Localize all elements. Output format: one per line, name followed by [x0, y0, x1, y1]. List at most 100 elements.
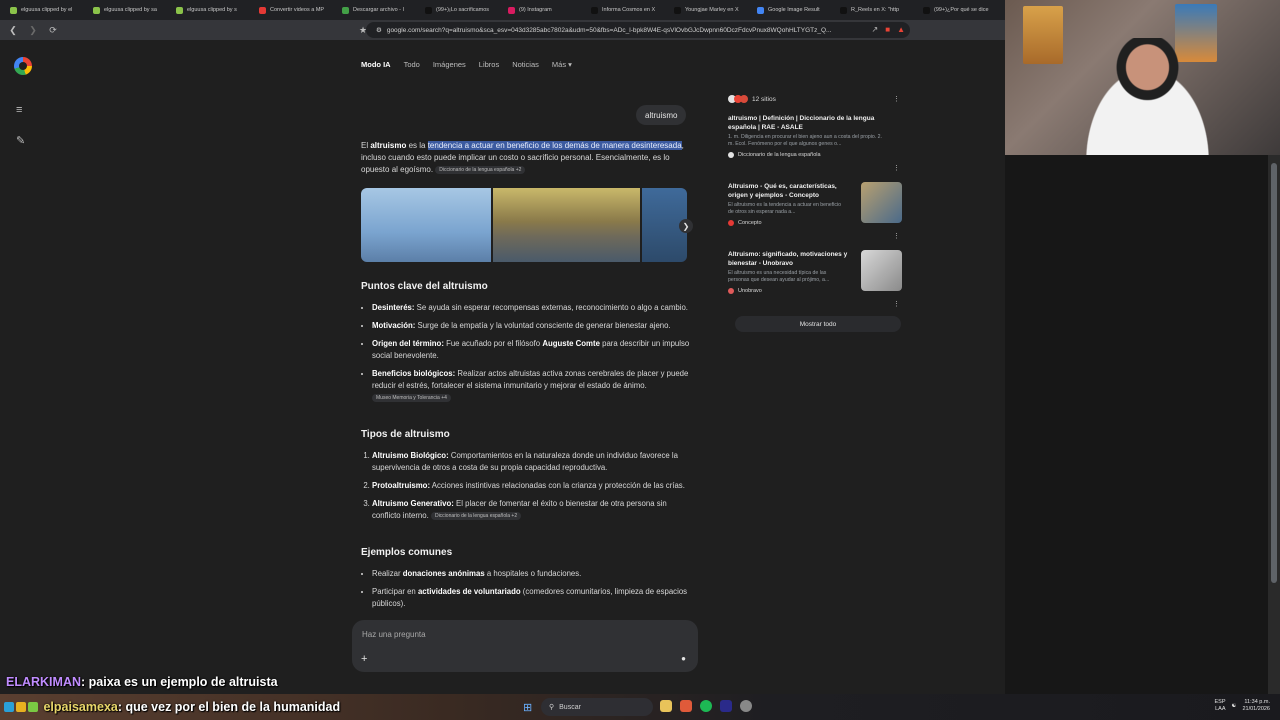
mode-tab[interactable]: Más ▾ [552, 60, 572, 69]
section-title: Tipos de altruismo [361, 429, 450, 440]
browser-tab[interactable]: elguusa clipped by el [4, 1, 87, 19]
browser-tab[interactable]: Informa Cosmos en X [585, 1, 668, 19]
more-icon[interactable]: ⋮ [893, 300, 900, 308]
source-site: Diccionario de la lengua española [728, 152, 910, 158]
windows-start-icon[interactable]: ⊞ [523, 701, 532, 714]
show-all-button[interactable]: Mostrar todo [735, 316, 901, 332]
more-icon[interactable]: ⋮ [893, 164, 900, 172]
list-item: Beneficios biológicos: Realizar actos al… [372, 368, 691, 404]
mic-icon[interactable]: ● [681, 654, 686, 663]
source-snippet: 1. m. Diligencia en procurar el bien aje… [728, 134, 882, 147]
browser-tab[interactable]: R_Reels en X: "http [834, 1, 917, 19]
chevron-down-icon: ▾ [566, 60, 572, 69]
tab-favicon-icon [10, 6, 17, 14]
google-logo[interactable] [14, 57, 32, 75]
browser-tab[interactable]: (99+)¡Lo sacrificamos [419, 1, 502, 19]
browser-tab[interactable]: Descargar archivo - I [336, 1, 419, 19]
forward-icon[interactable]: ❯ [26, 23, 40, 37]
history-icon[interactable]: ≡ [16, 104, 22, 116]
clock[interactable]: 11:34 p.m. 21/01/2026 [1242, 699, 1270, 713]
ai-answer-intro: El altruismo es la tendencia a actuar en… [361, 140, 691, 176]
sources-header[interactable]: 12 sitios ⋮ [728, 92, 910, 106]
site-name: Concepto [738, 220, 762, 226]
image-carousel [361, 188, 687, 262]
item-text: Realizar [372, 569, 403, 578]
browser-tab[interactable]: (99+)¿Por qué se dice [917, 1, 1000, 19]
carousel-next-icon[interactable]: ❯ [679, 219, 693, 233]
paper-chain-image[interactable] [361, 188, 492, 262]
search-icon: ⚲ [549, 704, 555, 711]
mode-tab[interactable]: Imágenes [433, 60, 466, 69]
tab-favicon-icon [342, 6, 349, 14]
more-icon[interactable]: ⋮ [893, 95, 900, 103]
alert-icon[interactable]: ▲ [897, 25, 905, 34]
source-title[interactable]: Altruismo - Qué es, características, ori… [728, 182, 848, 200]
browser-tab[interactable]: Youngjae Marley en X [668, 1, 751, 19]
item-term: Origen del término: [372, 339, 444, 348]
source-chip[interactable]: Museo Memoria y Tolerancia +4 [372, 393, 451, 402]
language-indicator[interactable]: ESP LAA [1215, 699, 1226, 713]
obs-icon[interactable] [740, 700, 752, 712]
premiere-icon[interactable] [720, 700, 732, 712]
list-item: Desinterés: Se ayuda sin esperar recompe… [372, 302, 691, 314]
list-item: Participar en actividades de voluntariad… [372, 586, 691, 610]
lang-text: LAA [1215, 706, 1226, 712]
mode-tab[interactable]: Modo IA [361, 60, 391, 69]
tab-favicon-icon [176, 6, 183, 14]
source-title[interactable]: Altruismo: significado, motivaciones y b… [728, 250, 848, 268]
back-icon[interactable]: ❮ [6, 23, 20, 37]
tab-label: elguusa clipped by s [187, 7, 237, 13]
chat-message: elpaisamexa: que vez por el bien de la h… [4, 700, 340, 714]
tab-favicon-icon [93, 6, 100, 14]
list-item: Altruismo Biológico: Comportamientos en … [372, 450, 691, 474]
system-tray: ESP LAA ☯ 11:34 p.m. 21/01/2026 [1215, 699, 1270, 713]
key-points-list: Desinterés: Se ayuda sin esperar recompe… [361, 302, 691, 410]
source-card[interactable]: altruismo | Definición | Diccionario de … [728, 114, 910, 174]
mode-tab[interactable]: Libros [479, 60, 499, 69]
source-title[interactable]: altruismo | Definición | Diccionario de … [728, 114, 888, 132]
item-text: Participar en [372, 587, 418, 596]
brave-icon[interactable] [680, 700, 692, 712]
item-text: a hospitales o fundaciones. [484, 569, 582, 578]
more-icon[interactable]: ⋮ [893, 232, 900, 240]
address-bar[interactable]: ⚙ google.com/search?q=altruismo&sca_esv=… [366, 22, 910, 38]
list-item: Motivación: Surge de la empatía y la vol… [372, 320, 691, 332]
browser-tab[interactable]: Convertir videos a MP [253, 1, 336, 19]
tab-favicon-icon [591, 6, 598, 14]
source-card[interactable]: Altruismo - Qué es, características, ori… [728, 182, 910, 242]
mode-tab[interactable]: Noticias [512, 60, 539, 69]
tab-label: R_Reels en X: "http [851, 7, 900, 13]
browser-tab[interactable]: elguusa clipped by sa [87, 1, 170, 19]
scrollbar[interactable] [1268, 155, 1280, 694]
site-info-icon[interactable]: ⚙ [376, 26, 382, 34]
browser-tab[interactable]: elguusa clipped by s [170, 1, 253, 19]
search-modes: Modo IA Todo Imágenes Libros Noticias Más ▾ [361, 60, 572, 69]
wifi-icon[interactable]: ☯ [1232, 703, 1237, 709]
reload-icon[interactable]: ⟳ [46, 23, 60, 37]
spotify-icon[interactable] [700, 700, 712, 712]
file-explorer-icon[interactable] [660, 700, 672, 712]
chat-text: : que vez por el bien de la humanidad [117, 700, 341, 714]
add-icon[interactable]: + [361, 653, 367, 665]
taskbar-search[interactable]: ⚲ Buscar [541, 698, 653, 716]
source-chip[interactable]: Diccionario de la lengua española +2 [435, 165, 526, 174]
share-icon[interactable]: ↗ [872, 25, 879, 34]
browser-tab[interactable]: (9) Instagram [502, 1, 585, 19]
extension-icon[interactable]: ■ [885, 25, 890, 34]
mode-tab[interactable]: Todo [404, 60, 420, 69]
tab-label: Convertir videos a MP [270, 7, 325, 13]
ask-input[interactable]: Haz una pregunta + ● [352, 620, 698, 672]
browser-tab[interactable]: Google Image Result [751, 1, 834, 19]
source-thumbnail[interactable] [861, 250, 902, 291]
scrollbar-thumb[interactable] [1271, 163, 1277, 583]
site-favicon-icon [728, 288, 734, 294]
highlighted-text: tendencia a actuar en beneficio de los d… [427, 141, 682, 150]
new-chat-icon[interactable]: ✎ [16, 134, 25, 147]
volunteers-image[interactable] [493, 188, 641, 262]
item-term: Desinterés: [372, 303, 415, 312]
answer-text: es la [406, 141, 428, 150]
source-chip[interactable]: Diccionario de la lengua española +2 [430, 511, 522, 520]
answer-term: altruismo [370, 141, 407, 150]
source-thumbnail[interactable] [861, 182, 902, 223]
source-card[interactable]: Altruismo: significado, motivaciones y b… [728, 250, 910, 310]
